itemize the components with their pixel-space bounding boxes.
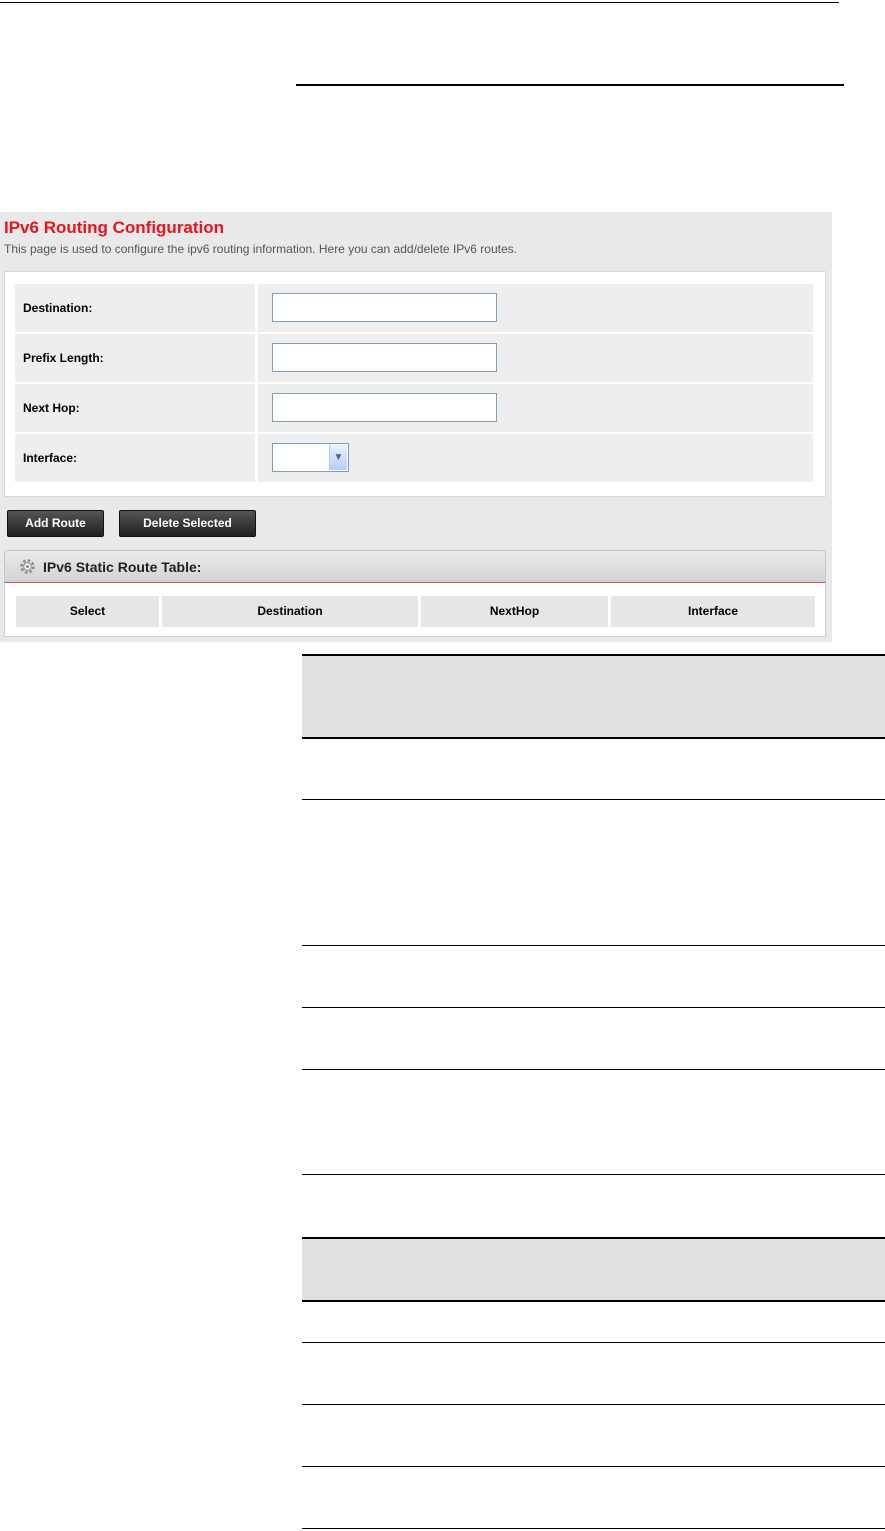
prefix-length-row: Prefix Length:	[15, 334, 813, 382]
prefix-length-label: Prefix Length:	[15, 334, 255, 382]
doc-table-2-row-rule	[302, 1404, 885, 1405]
page-description: This page is used to configure the ipv6 …	[4, 242, 517, 256]
doc-table-1-row-rule	[302, 799, 885, 800]
destination-row: Destination:	[15, 284, 813, 332]
doc-table-1-header-rule	[302, 737, 885, 739]
doc-table-2-row-rule	[302, 1466, 885, 1467]
doc-table-2-header-rule	[302, 1300, 885, 1302]
prefix-length-input[interactable]	[272, 343, 497, 372]
doc-table-1-header	[302, 655, 885, 737]
prefix-length-cell	[258, 334, 813, 382]
column-header-destination: Destination	[162, 596, 418, 627]
page-title: IPv6 Routing Configuration	[4, 218, 225, 237]
doc-table-2-bottom-rule	[302, 1528, 885, 1529]
next-hop-label: Next Hop:	[15, 384, 255, 432]
next-hop-row: Next Hop:	[15, 384, 813, 432]
route-table-title: IPv6 Static Route Table:	[43, 559, 202, 575]
doc-table-2-header	[302, 1238, 885, 1300]
add-route-button[interactable]: Add Route	[7, 510, 104, 537]
route-table-header: IPv6 Static Route Table:	[4, 550, 826, 583]
destination-cell	[258, 284, 813, 332]
doc-table-1-row-rule	[302, 1007, 885, 1008]
gear-icon	[20, 559, 35, 574]
destination-input[interactable]	[272, 293, 497, 322]
delete-selected-button[interactable]: Delete Selected	[119, 510, 256, 537]
next-hop-input[interactable]	[272, 393, 497, 422]
column-header-select: Select	[16, 596, 159, 627]
route-table: Select Destination NextHop Interface	[4, 583, 826, 637]
interface-row: Interface: ▼	[15, 434, 813, 482]
ipv6-routing-panel: IPv6 Routing Configuration This page is …	[0, 212, 832, 642]
interface-select[interactable]: ▼	[272, 443, 349, 472]
doc-table-2-top-rule	[302, 1237, 885, 1239]
chevron-down-icon[interactable]: ▼	[329, 445, 347, 470]
interface-cell: ▼	[258, 434, 813, 482]
doc-table-1-bottom-rule	[302, 1174, 885, 1175]
page-top-rule	[0, 2, 839, 3]
column-header-interface: Interface	[611, 596, 815, 627]
doc-table-1-row-rule	[302, 1069, 885, 1070]
interface-label: Interface:	[15, 434, 255, 482]
doc-table-2-row-rule	[302, 1342, 885, 1343]
doc-table-1-row-rule	[302, 945, 885, 946]
next-hop-cell	[258, 384, 813, 432]
destination-label: Destination:	[15, 284, 255, 332]
column-header-nexthop: NextHop	[421, 596, 608, 627]
doc-table-1-top-rule	[302, 654, 885, 656]
route-form: Destination: Prefix Length: Next Hop: In…	[4, 271, 826, 497]
section-heading-rule	[296, 84, 844, 86]
